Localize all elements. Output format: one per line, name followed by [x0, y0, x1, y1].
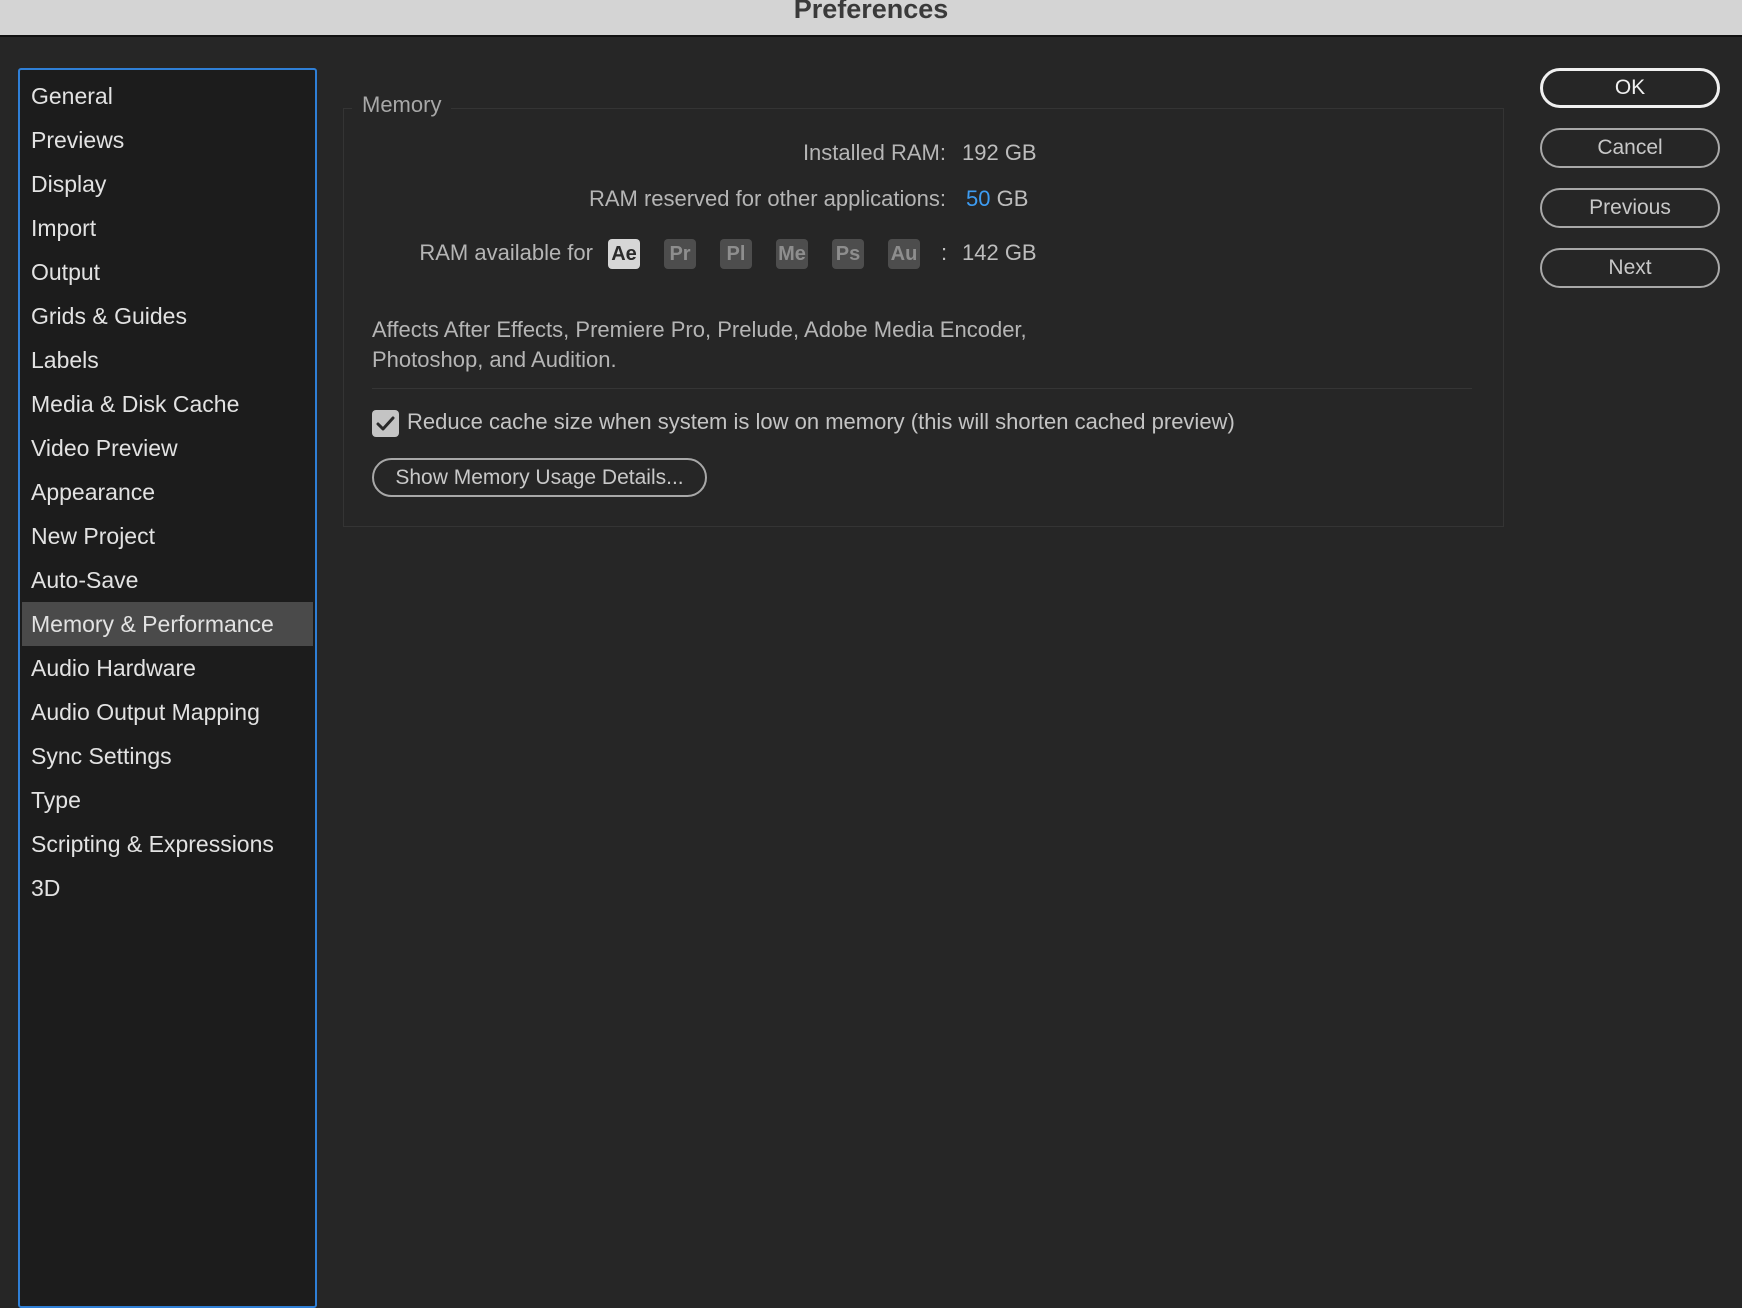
ram-reserved-value[interactable]: 50: [966, 186, 990, 211]
memory-description-line-2: Photoshop, and Audition.: [372, 347, 617, 372]
checkmark-icon: [376, 416, 395, 431]
next-button[interactable]: Next: [1540, 248, 1720, 288]
sidebar-item-labels[interactable]: Labels: [22, 338, 313, 382]
sidebar-item-output[interactable]: Output: [22, 250, 313, 294]
prelude-app-badge: Pl: [720, 239, 752, 269]
ok-button[interactable]: OK: [1540, 68, 1720, 108]
sidebar-item-type[interactable]: Type: [22, 778, 313, 822]
preferences-category-list[interactable]: General Previews Display Import Output G…: [18, 68, 317, 1308]
sidebar-item-audio-hardware[interactable]: Audio Hardware: [22, 646, 313, 690]
divider: [372, 388, 1472, 389]
ram-reserved-label: RAM reserved for other applications:: [588, 186, 946, 211]
memory-description: Affects After Effects, Premiere Pro, Pre…: [372, 315, 1072, 375]
ram-reserved-unit: GB: [996, 186, 1029, 211]
sidebar-item-sync-settings[interactable]: Sync Settings: [22, 734, 313, 778]
window-title: Preferences: [793, 0, 949, 24]
audition-app-badge: Au: [888, 239, 920, 269]
photoshop-app-badge: Ps: [832, 239, 864, 269]
sidebar-item-new-project[interactable]: New Project: [22, 514, 313, 558]
ram-available-label: RAM available for: [419, 240, 593, 265]
media-encoder-app-badge: Me: [776, 239, 808, 269]
ram-reserved-field[interactable]: 50 GB: [966, 186, 1028, 212]
sidebar-item-auto-save[interactable]: Auto-Save: [22, 558, 313, 602]
reduce-cache-label[interactable]: Reduce cache size when system is low on …: [407, 409, 1235, 435]
sidebar-item-3d[interactable]: 3D: [22, 866, 313, 910]
sidebar-item-import[interactable]: Import: [22, 206, 313, 250]
after-effects-app-badge: Ae: [608, 239, 640, 269]
show-memory-usage-details-button[interactable]: Show Memory Usage Details...: [372, 458, 707, 497]
ram-available-value: 142 GB: [962, 240, 1037, 265]
sidebar-item-previews[interactable]: Previews: [22, 118, 313, 162]
memory-description-line-1: Affects After Effects, Premiere Pro, Pre…: [372, 317, 1027, 342]
sidebar-item-general[interactable]: General: [22, 74, 313, 118]
sidebar-item-grids-guides[interactable]: Grids & Guides: [22, 294, 313, 338]
memory-group-label: Memory: [352, 92, 452, 118]
sidebar-item-memory-performance[interactable]: Memory & Performance: [22, 602, 313, 646]
ram-available-separator: :: [941, 240, 948, 265]
premiere-pro-app-badge: Pr: [664, 239, 696, 269]
reduce-cache-checkbox[interactable]: [372, 410, 399, 437]
sidebar-item-media-disk-cache[interactable]: Media & Disk Cache: [22, 382, 313, 426]
sidebar-item-display[interactable]: Display: [22, 162, 313, 206]
previous-button[interactable]: Previous: [1540, 188, 1720, 228]
sidebar-item-appearance[interactable]: Appearance: [22, 470, 313, 514]
sidebar-item-audio-output-mapping[interactable]: Audio Output Mapping: [22, 690, 313, 734]
sidebar-item-scripting-expressions[interactable]: Scripting & Expressions: [22, 822, 313, 866]
installed-ram-value: 192 GB: [962, 140, 1037, 165]
title-bar: Preferences: [0, 0, 1742, 37]
sidebar-item-video-preview[interactable]: Video Preview: [22, 426, 313, 470]
installed-ram-label: Installed RAM:: [802, 140, 946, 165]
cancel-button[interactable]: Cancel: [1540, 128, 1720, 168]
